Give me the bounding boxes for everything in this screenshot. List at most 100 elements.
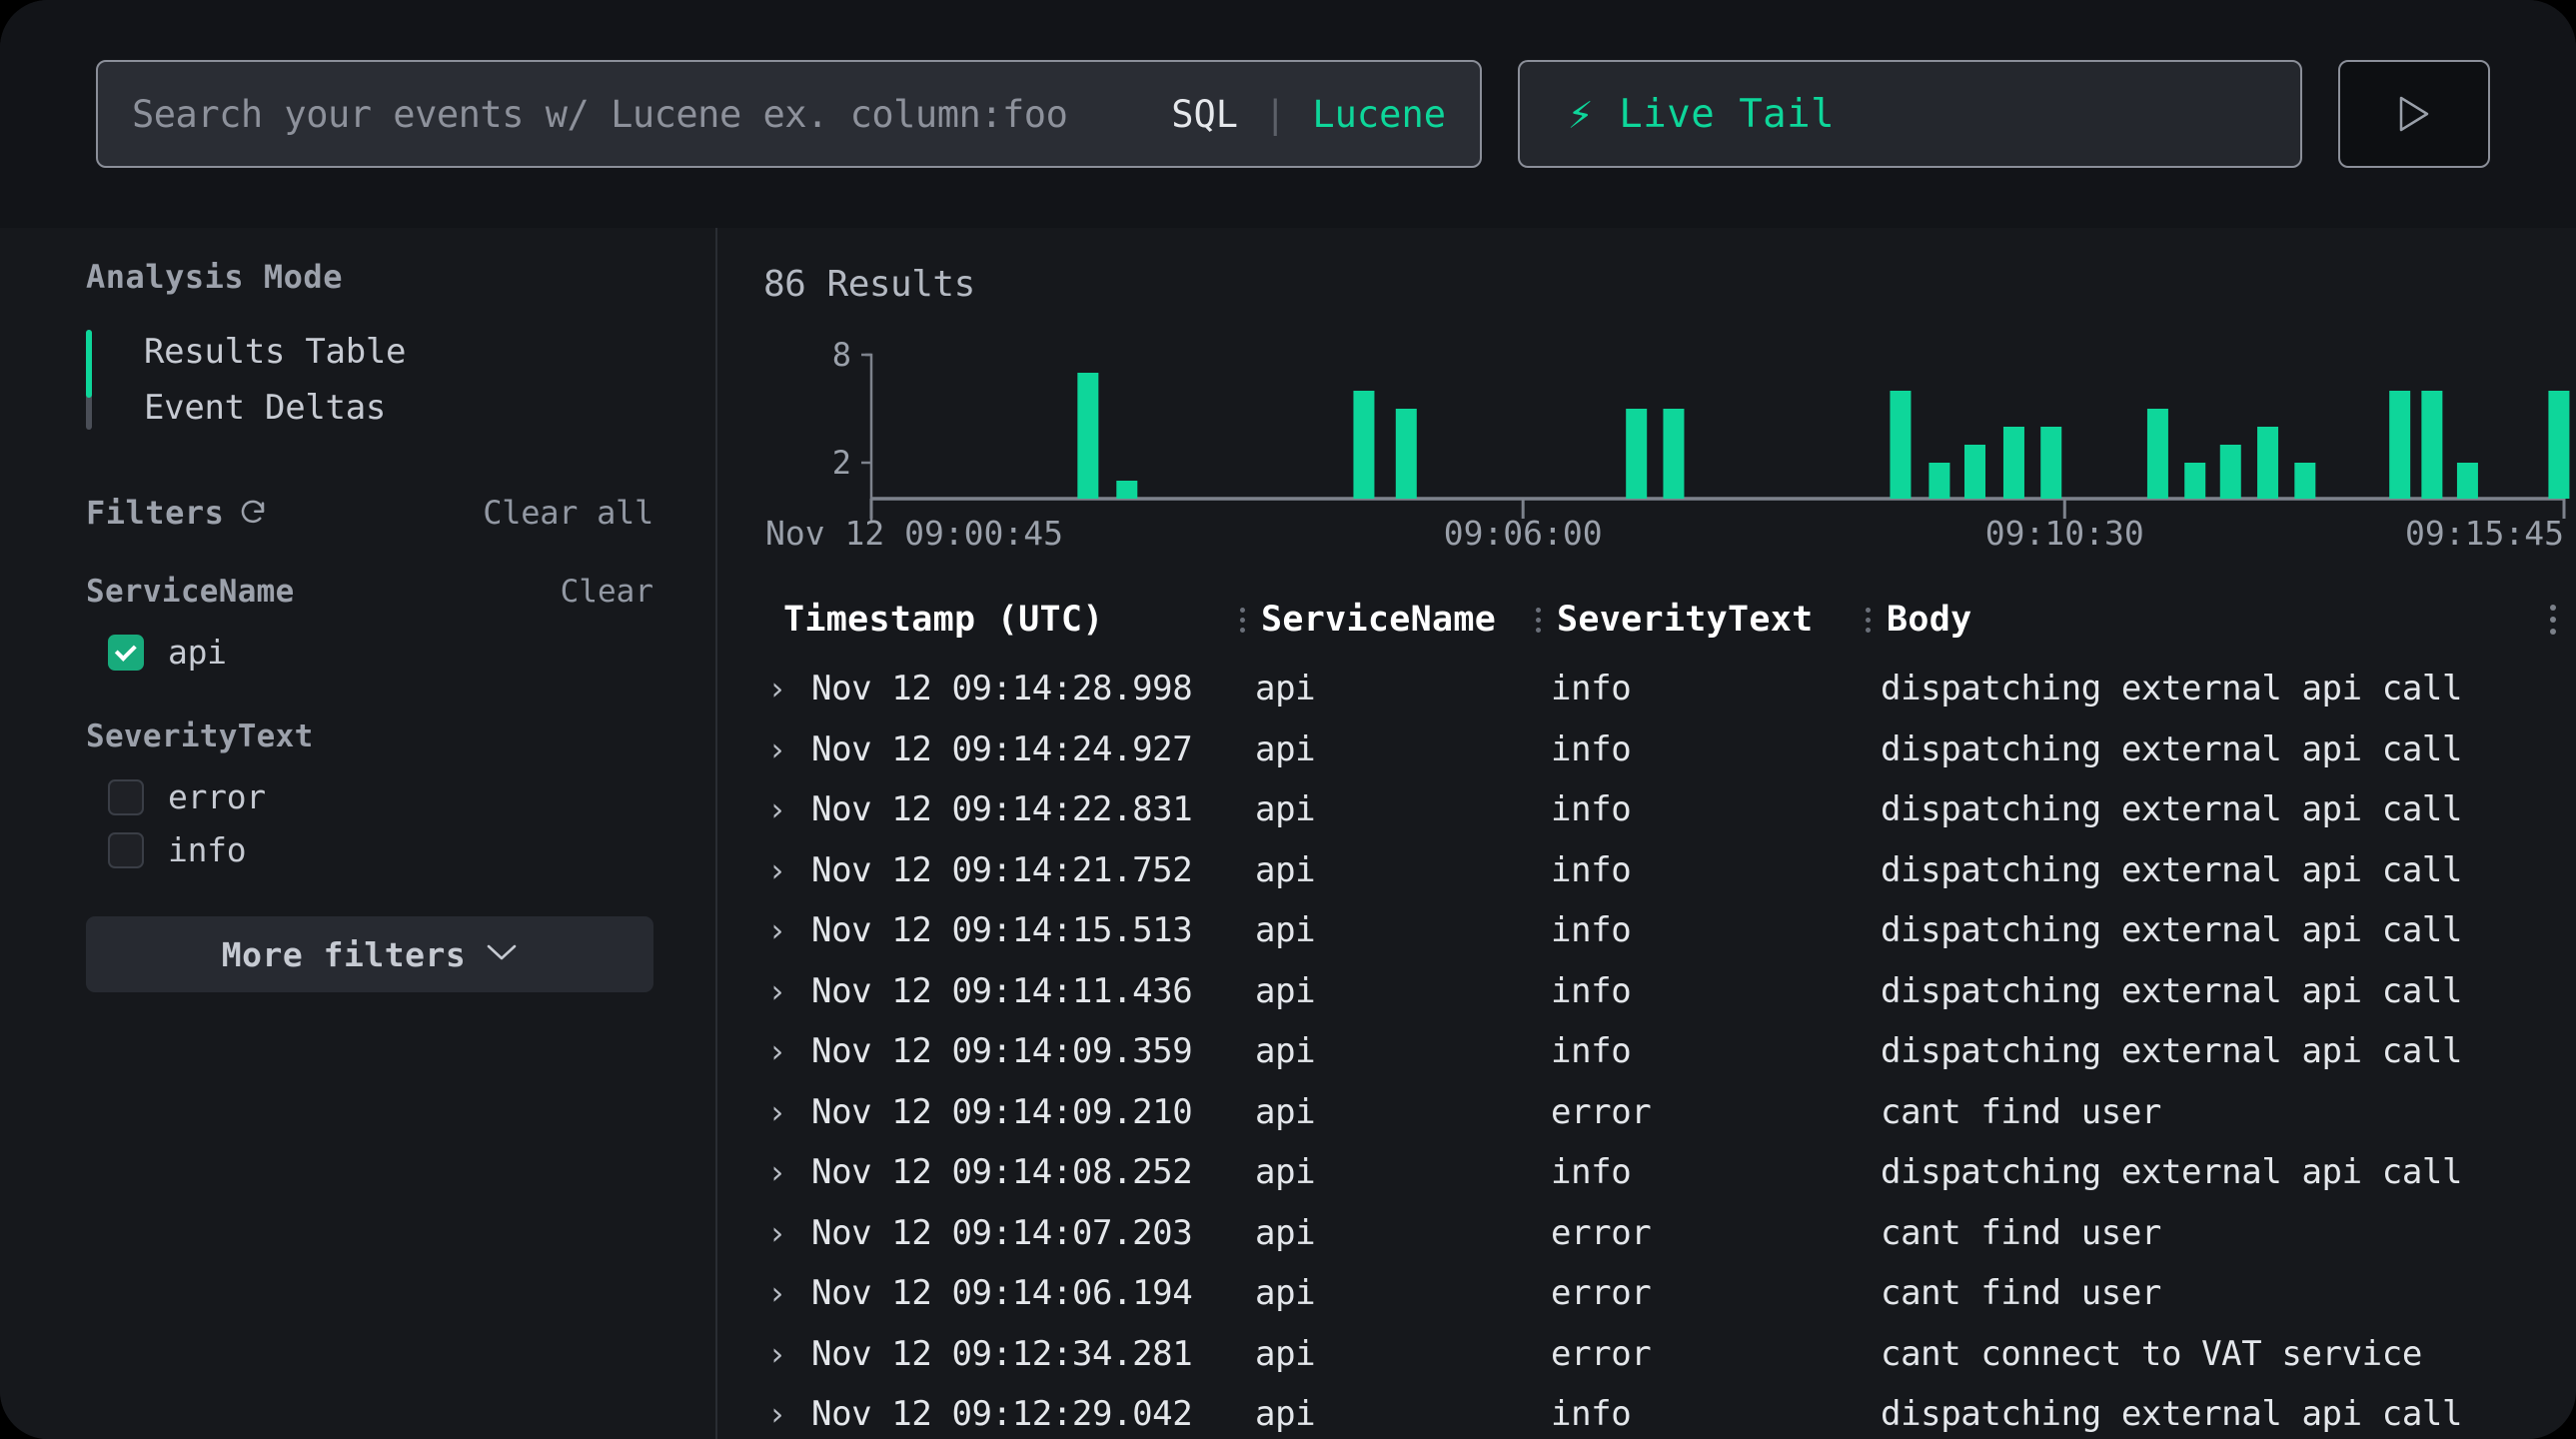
table-row[interactable]: › Nov 12 09:14:09.359 api info dispatching e…	[743, 1021, 2576, 1082]
expand-row-chevron-icon[interactable]: ›	[763, 1217, 811, 1249]
histogram-bar[interactable]	[1077, 373, 1099, 499]
table-row[interactable]: › Nov 12 09:14:11.436 api info dispatching e…	[743, 960, 2576, 1021]
table-row[interactable]: › Nov 12 09:14:08.252 api info dispatching e…	[743, 1142, 2576, 1203]
histogram-bar[interactable]	[2456, 463, 2478, 499]
expand-row-chevron-icon[interactable]: ›	[763, 1277, 811, 1309]
cell-severitytext: info	[1551, 849, 1632, 890]
table-options-menu-icon[interactable]	[2550, 605, 2556, 635]
expand-row-chevron-icon[interactable]: ›	[763, 793, 811, 825]
results-count: 86 Results	[763, 264, 975, 305]
app-window: SQL | Lucene ⚡ Live Tail Analysis Mode R…	[0, 0, 2576, 1439]
histogram-bar[interactable]	[1395, 409, 1417, 499]
events-histogram[interactable]: 2 8 Nov 12 09:00:45 09:06:00 09:10:30 09:15:4…	[743, 317, 2576, 575]
histogram-bar[interactable]	[1116, 481, 1138, 499]
table-row[interactable]: › Nov 12 09:12:34.281 api error cant connect…	[743, 1323, 2576, 1384]
expand-row-chevron-icon[interactable]: ›	[763, 673, 811, 705]
cell-timestamp: Nov 12 09:14:09.359	[811, 1031, 1193, 1071]
table-row[interactable]: › Nov 12 09:14:28.998 api info dispatching e…	[743, 659, 2576, 720]
cell-servicename: api	[1255, 1212, 1316, 1253]
histogram-bar[interactable]	[1353, 391, 1375, 499]
search-bar[interactable]: SQL | Lucene	[96, 60, 1482, 168]
cell-servicename: api	[1255, 970, 1316, 1011]
column-header-severitytext[interactable]: SeverityText	[1531, 600, 1861, 640]
column-resize-handle-3[interactable]	[1861, 607, 1875, 633]
facet-severitytext-label: SeverityText	[86, 719, 314, 754]
cell-body: dispatching external api call	[1881, 1394, 2463, 1434]
facet-option-api[interactable]: api	[86, 626, 653, 679]
histogram-bar[interactable]	[2146, 409, 2168, 499]
table-row[interactable]: › Nov 12 09:14:22.831 api info dispatching e…	[743, 779, 2576, 840]
table-row[interactable]: › Nov 12 09:14:09.210 api error cant find us…	[743, 1081, 2576, 1142]
histogram-bar[interactable]	[2219, 445, 2241, 499]
analysis-mode-title: Analysis Mode	[86, 258, 343, 296]
facet-option-info-label: info	[168, 830, 247, 869]
checkbox-info[interactable]	[108, 831, 144, 868]
histogram-bar[interactable]	[2040, 427, 2062, 499]
expand-row-chevron-icon[interactable]: ›	[763, 733, 811, 765]
column-resize-handle-2[interactable]	[1531, 607, 1545, 633]
table-row[interactable]: › Nov 12 09:14:24.927 api info dispatching e…	[743, 719, 2576, 779]
checkbox-api[interactable]	[108, 634, 144, 671]
cell-body: dispatching external api call	[1881, 910, 2463, 950]
histogram-bar[interactable]	[1890, 391, 1912, 499]
histogram-bar[interactable]	[2257, 427, 2279, 499]
histogram-bar[interactable]	[2548, 391, 2570, 499]
table-row[interactable]: › Nov 12 09:14:21.752 api info dispatching e…	[743, 839, 2576, 900]
expand-row-chevron-icon[interactable]: ›	[763, 914, 811, 946]
expand-row-chevron-icon[interactable]: ›	[763, 975, 811, 1007]
expand-row-chevron-icon[interactable]: ›	[763, 1096, 811, 1128]
column-header-body[interactable]: Body	[1861, 600, 2556, 640]
histogram-bar[interactable]	[2294, 463, 2316, 499]
query-mode-sql[interactable]: SQL	[1171, 93, 1254, 136]
x-axis-tick-label: Nov 12 09:00:45	[765, 514, 1063, 553]
table-row[interactable]: › Nov 12 09:14:06.194 api error cant find us…	[743, 1263, 2576, 1324]
histogram-bar[interactable]	[1929, 463, 1950, 499]
table-row[interactable]: › Nov 12 09:14:15.513 api info dispatching e…	[743, 900, 2576, 961]
histogram-bar[interactable]	[1663, 409, 1685, 499]
column-header-body-label: Body	[1887, 600, 1972, 640]
facet-option-info[interactable]: info	[86, 823, 653, 876]
query-mode-lucene[interactable]: Lucene	[1312, 93, 1446, 136]
column-header-servicename[interactable]: ServiceName	[1235, 600, 1531, 640]
cell-timestamp: Nov 12 09:14:24.927	[811, 728, 1193, 769]
histogram-bar[interactable]	[2421, 391, 2443, 499]
facet-option-error[interactable]: error	[86, 770, 653, 823]
cell-body: dispatching external api call	[1881, 849, 2463, 890]
histogram-svg[interactable]: 2 8 Nov 12 09:00:45 09:06:00 09:10:30 09:15:4…	[763, 317, 2572, 567]
sidebar-item-results-table[interactable]: Results Table	[96, 324, 653, 380]
sidebar-item-event-deltas[interactable]: Event Deltas	[96, 380, 653, 436]
cell-servicename: api	[1255, 1273, 1316, 1313]
cell-timestamp: Nov 12 09:14:09.210	[811, 1091, 1193, 1132]
more-filters-button[interactable]: More filters	[86, 916, 653, 992]
analysis-mode-list: Results Table Event Deltas	[86, 324, 653, 436]
checkbox-error[interactable]	[108, 778, 144, 815]
histogram-bar[interactable]	[2002, 427, 2024, 499]
more-filters-label: More filters	[221, 934, 467, 974]
expand-row-chevron-icon[interactable]: ›	[763, 1035, 811, 1067]
cell-severitytext: info	[1551, 1394, 1632, 1434]
search-input[interactable]	[132, 92, 1162, 136]
histogram-bar[interactable]	[1963, 445, 1985, 499]
table-row[interactable]: › Nov 12 09:12:29.042 api info dispatching e…	[743, 1384, 2576, 1439]
cell-severitytext: info	[1551, 1152, 1632, 1192]
cell-timestamp: Nov 12 09:14:11.436	[811, 970, 1193, 1011]
expand-row-chevron-icon[interactable]: ›	[763, 1156, 811, 1188]
live-tail-button[interactable]: ⚡ Live Tail	[1518, 60, 2302, 168]
cell-timestamp: Nov 12 09:14:08.252	[811, 1152, 1193, 1192]
cell-timestamp: Nov 12 09:12:34.281	[811, 1333, 1193, 1374]
histogram-bar[interactable]	[2184, 463, 2206, 499]
facet-servicename-clear-button[interactable]: Clear	[561, 574, 653, 610]
table-row[interactable]: › Nov 12 09:14:07.203 api error cant find us…	[743, 1202, 2576, 1263]
cell-body: dispatching external api call	[1881, 728, 2463, 769]
histogram-bar[interactable]	[2389, 391, 2411, 499]
expand-row-chevron-icon[interactable]: ›	[763, 1398, 811, 1430]
column-header-timestamp[interactable]: Timestamp (UTC)	[783, 600, 1235, 640]
clear-all-filters-button[interactable]: Clear all	[483, 494, 653, 532]
expand-row-chevron-icon[interactable]: ›	[763, 1338, 811, 1370]
sidebar: Analysis Mode Results Table Event Deltas…	[0, 228, 717, 1439]
run-query-button[interactable]	[2338, 60, 2490, 168]
column-resize-handle-1[interactable]	[1235, 607, 1249, 633]
histogram-bar[interactable]	[1626, 409, 1648, 499]
expand-row-chevron-icon[interactable]: ›	[763, 854, 811, 886]
refresh-icon[interactable]	[238, 498, 268, 528]
